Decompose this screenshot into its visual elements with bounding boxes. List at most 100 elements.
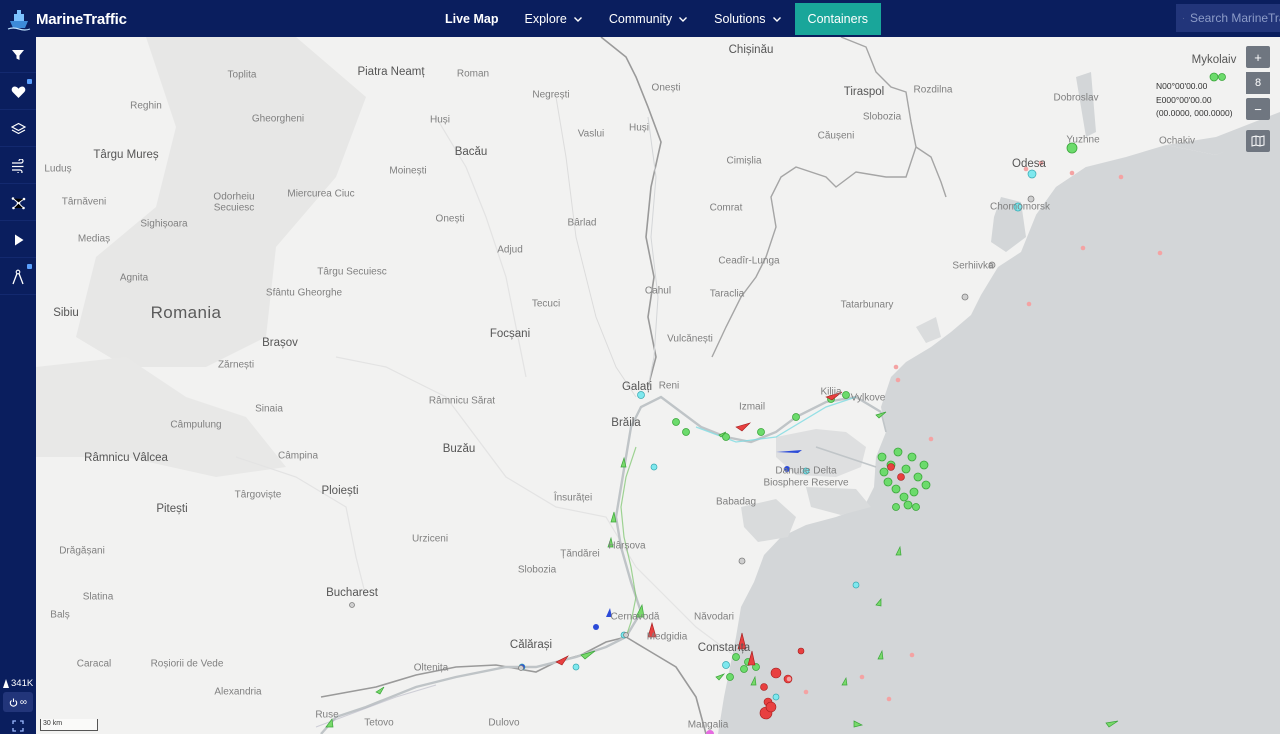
town-label-odorheiu: Odorheiu [213, 191, 255, 203]
map-type-button[interactable] [1246, 130, 1270, 152]
city-label-calarasi: Călărași [509, 639, 553, 651]
town-label-urziceni: Urziceni [411, 533, 449, 545]
town-label-comrat: Comrat [709, 202, 743, 214]
map-scale: 30 km [40, 719, 98, 731]
map-icon [1251, 135, 1265, 147]
town-label-miercurea: Miercurea Ciuc [287, 188, 355, 200]
expand-icon [12, 720, 24, 732]
town-label-onesti: Onești [435, 213, 465, 225]
town-label-ludus: Luduș [44, 163, 72, 175]
lock-icon [27, 264, 32, 269]
area-label-danube-delta: Danube Delta [775, 465, 837, 477]
nav-explore[interactable]: Explore [512, 0, 596, 37]
town-label-moinesti: Moinești [389, 165, 427, 177]
ship-logo-icon [7, 10, 31, 31]
town-label-slobozia-md: Slobozia [862, 111, 902, 123]
town-label-zarnesti: Zărnești [217, 359, 255, 371]
town-label-serhiivka: Serhiivka [952, 260, 994, 272]
left-toolbar: 341K ∞ [0, 37, 36, 734]
town-label-cernavoda: Cernavodă [610, 611, 660, 623]
town-label-secuiesc: Secuiesc [213, 202, 255, 214]
city-label-pitesti: Pitești [156, 503, 188, 515]
city-label-bacau: Bacău [454, 146, 488, 158]
town-label-dobroslav: Dobroslav [1053, 92, 1099, 104]
town-label-tecuci: Tecuci [531, 298, 561, 310]
town-label-vaslui: Vaslui [577, 128, 605, 140]
zoom-level: 8 [1246, 72, 1270, 94]
nav-solutions[interactable]: Solutions [701, 0, 794, 37]
city-label-sibiu: Sibiu [53, 307, 79, 319]
town-label-reghin: Reghin [130, 100, 162, 112]
town-label-yuzhne: Yuzhne [1066, 134, 1100, 146]
expand-button[interactable] [3, 718, 33, 734]
town-label-insuratei: Însurăței [553, 492, 593, 504]
density-maps-button[interactable] [0, 185, 36, 221]
city-label-targu-mures: Târgu Mureș [93, 149, 159, 161]
city-label-ploiesti: Ploiești [321, 485, 359, 497]
city-label-braila: Brăila [611, 417, 641, 429]
town-label-barlad: Bârlad [567, 217, 597, 229]
decimal-coordinates: (00.0000, 000.0000) [1156, 108, 1233, 118]
city-label-constanta: Constanța [697, 642, 751, 654]
search-input[interactable] [1190, 11, 1280, 25]
measure-icon [12, 269, 24, 284]
nav-live-map[interactable]: Live Map [432, 0, 512, 37]
nav-explore-label: Explore [524, 11, 567, 26]
my-fleets-button[interactable] [0, 74, 36, 110]
city-label-mykolaiv: Mykolaiv [1191, 54, 1237, 66]
town-label-vulcanesti: Vulcănești [667, 333, 713, 345]
town-label-oltenita: Oltenița [413, 662, 449, 674]
show-all-toggle[interactable]: ∞ [3, 692, 33, 712]
town-label-caracal: Caracal [76, 658, 112, 670]
zoom-in-button[interactable]: + [1246, 46, 1270, 68]
chevron-down-icon [573, 16, 582, 22]
city-label-piatra-neamt: Piatra Neamț [357, 66, 425, 78]
town-label-sighisoara: Sighișoara [140, 218, 188, 230]
vessel-count-value: 341K [11, 678, 34, 689]
town-label-taraclia: Taraclia [709, 288, 745, 300]
city-label-odesa: Odesa [1012, 158, 1046, 170]
toggle-label: ∞ [19, 696, 28, 708]
power-icon [9, 698, 18, 707]
town-label-ochakiv: Ochakiv [1158, 135, 1196, 147]
nav-live-map-label: Live Map [445, 11, 499, 26]
measure-distance-button[interactable] [0, 259, 36, 295]
nav-community-label: Community [608, 11, 673, 26]
weather-button[interactable] [0, 148, 36, 184]
town-label-izmail: Izmail [738, 401, 766, 413]
city-label-brasov: Brașov [262, 337, 298, 349]
town-label-medias: Mediaș [77, 233, 111, 245]
playback-button[interactable] [0, 222, 36, 258]
lock-icon [27, 79, 32, 84]
town-label-tarnaveni: Târnăveni [61, 196, 107, 208]
vessel-icon [3, 679, 9, 688]
live-map[interactable]: Romania Chișinău Mykolaiv Tiraspol Odesa… [36, 37, 1280, 734]
town-label-babadag: Babadag [715, 496, 757, 508]
town-label-husi: Huși [429, 114, 451, 126]
town-label-harsova: Hârșova [608, 540, 646, 552]
brand-name: MarineTraffic [36, 10, 127, 28]
town-label-husi-ro: Huși [628, 122, 650, 134]
scale-label: 30 km [43, 720, 63, 727]
town-label-tetovo: Tetovo [364, 717, 394, 729]
city-label-focsani: Focșani [489, 328, 531, 340]
containers-button[interactable]: Containers [794, 3, 881, 35]
layers-icon [10, 122, 26, 134]
town-label-ceadir-lunga: Ceadîr-Lunga [718, 255, 780, 267]
marinetraffic-logo[interactable]: MarineTraffic [6, 5, 127, 33]
filter-icon [12, 49, 24, 60]
vessels-cyan [518, 169, 1037, 701]
filters-button[interactable] [0, 37, 36, 73]
town-label-targu-secuiesc: Târgu Secuiesc [317, 266, 387, 278]
town-label-tatarbunary: Tatarbunary [840, 299, 894, 311]
town-label-rosiorii: Roșiorii de Vede [150, 658, 224, 670]
city-label-ramnicu-valcea: Râmnicu Vâlcea [84, 452, 168, 464]
map-layers-button[interactable] [0, 111, 36, 147]
town-label-causeni: Căușeni [817, 130, 855, 142]
town-label-agnita: Agnita [119, 272, 149, 284]
zoom-out-button[interactable]: − [1246, 98, 1270, 120]
search-box[interactable] [1176, 4, 1280, 32]
top-navigation-bar: MarineTraffic Live Map Explore Community… [0, 0, 1280, 37]
nav-community[interactable]: Community [596, 0, 701, 37]
town-label-adjud: Adjud [497, 244, 523, 256]
